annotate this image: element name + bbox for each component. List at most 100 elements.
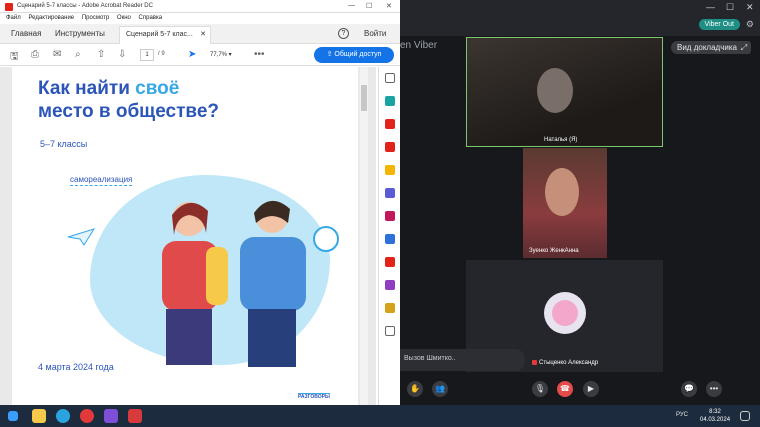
edit-pdf-icon[interactable] (385, 142, 395, 152)
participants-icon[interactable]: 👥 (432, 381, 448, 397)
stamp-icon[interactable] (385, 303, 395, 313)
end-call-button[interactable]: ☎ (557, 381, 573, 397)
menu-help[interactable]: Справка (139, 15, 163, 21)
clock[interactable]: 8:32 04.03.2024 (700, 408, 730, 424)
tab-home[interactable]: Главная (11, 29, 41, 38)
tab-document[interactable]: Сценарий 5-7 клас... ✕ (119, 26, 211, 44)
save-icon[interactable]: 🖫 (10, 49, 19, 66)
fill-sign-icon[interactable] (385, 211, 395, 221)
viber-out-button[interactable]: Viber Out (698, 19, 740, 30)
language-indicator[interactable]: РУС (676, 412, 688, 418)
girl-skirt (166, 309, 212, 365)
viber-icon[interactable] (104, 409, 118, 423)
document-date: 4 марта 2024 года (38, 362, 114, 372)
grades-label: 5–7 классы (40, 139, 88, 149)
protect-icon[interactable] (385, 234, 395, 244)
export-pdf-icon[interactable] (385, 96, 395, 106)
clock-date: 04.03.2024 (700, 417, 731, 423)
cursor-icon[interactable]: ➤ (188, 49, 196, 60)
right-tools-panel (378, 67, 400, 405)
search-icon[interactable]: ⌕ (75, 49, 81, 60)
maximize-icon[interactable]: ☐ (726, 2, 734, 13)
participant-name-text: Стыценко Александр (539, 360, 599, 367)
camera-icon[interactable]: ▶ (583, 381, 599, 397)
close-tab-icon[interactable]: ✕ (200, 30, 206, 38)
close-icon[interactable]: ✕ (386, 2, 392, 10)
page-up-icon[interactable]: ⇧ (97, 49, 105, 60)
sign-icon[interactable] (385, 280, 395, 290)
vertical-scrollbar[interactable] (360, 67, 368, 405)
pdf-page: Как найти своё место в обществе? 5–7 кла… (12, 67, 358, 405)
participant-video (537, 68, 573, 113)
clock-time: 8:32 (709, 409, 721, 415)
telegram-icon[interactable] (56, 409, 70, 423)
zoom-select[interactable]: 77,7% ▾ (206, 49, 246, 61)
participant-video (545, 168, 579, 216)
toolbar: 🖫 ⎙ ✉ ⌕ ⇧ ⇩ 1 / 9 ➤ 77,7% ▾ ••• ⇪ Общий … (0, 44, 400, 66)
tab-tools[interactable]: Инструменты (55, 29, 105, 38)
menu-bar: Файл Редактирование Просмотр Окно Справк… (0, 13, 400, 24)
zoom-tool-icon[interactable] (385, 73, 395, 83)
chat-icon[interactable]: 💬 (681, 381, 697, 397)
login-button[interactable]: Войти (364, 29, 386, 38)
boy-sweater (240, 237, 306, 311)
document-viewport[interactable]: Как найти своё место в обществе? 5–7 кла… (0, 67, 376, 405)
maximize-icon[interactable]: ☐ (366, 2, 372, 10)
close-icon[interactable]: ✕ (746, 2, 754, 13)
explorer-icon[interactable] (32, 409, 46, 423)
share-button[interactable]: ⇪ Общий доступ (314, 47, 394, 63)
call-chat-input[interactable]: Вызов Шмитко.. (400, 349, 525, 371)
redact-icon[interactable] (385, 257, 395, 267)
viber-brand: en Viber (400, 40, 438, 51)
title-accent: своё (135, 78, 180, 99)
video-tile[interactable]: Наталья (Я) (466, 37, 663, 147)
title-part-1: Как найти (38, 78, 136, 99)
viber-titlebar: — ☐ ✕ Viber Out ⚙ (400, 0, 760, 36)
more-icon[interactable]: ••• (706, 381, 722, 397)
participant-name: Стыценко Александр (532, 360, 598, 366)
browser-icon[interactable] (80, 409, 94, 423)
minimize-icon[interactable]: — (706, 2, 715, 12)
tab-bar: Главная Инструменты Сценарий 5-7 клас...… (0, 24, 400, 44)
notifications-icon[interactable] (740, 411, 750, 421)
video-tile[interactable]: Зуенко ЖенкАнна (523, 148, 607, 258)
create-pdf-icon[interactable] (385, 119, 395, 129)
acrobat-icon[interactable] (128, 409, 142, 423)
gear-icon[interactable]: ⚙ (746, 19, 754, 30)
menu-view[interactable]: Просмотр (82, 15, 109, 21)
zoom-value: 77,7% (210, 52, 228, 58)
muted-mic-icon (532, 360, 537, 365)
topic-label: самореализация (70, 175, 133, 186)
scroll-thumb[interactable] (361, 85, 367, 111)
microphone-icon[interactable]: 🎙 (532, 381, 548, 397)
menu-file[interactable]: Файл (6, 15, 21, 21)
share-label: Общий доступ (334, 51, 382, 58)
more-tools-icon[interactable]: ••• (254, 49, 265, 60)
participant-name: Зуенко ЖенкАнна (529, 248, 579, 254)
backpack (206, 247, 228, 305)
ball-icon (313, 226, 339, 252)
comment-icon[interactable] (385, 165, 395, 175)
avatar (544, 292, 586, 334)
logo: РАЗГОВОРЫ (298, 393, 330, 400)
print-icon[interactable]: ⎙ (31, 49, 39, 60)
mail-icon[interactable]: ✉ (53, 49, 61, 60)
page-down-icon[interactable]: ⇩ (118, 49, 126, 60)
page-total: / 9 (158, 51, 165, 57)
more-tools-icon[interactable] (385, 326, 395, 336)
menu-window[interactable]: Окно (117, 15, 131, 21)
menu-edit[interactable]: Редактирование (28, 15, 74, 21)
minimize-icon[interactable]: — (348, 2, 355, 9)
hand-icon[interactable]: ✋ (407, 381, 423, 397)
students-illustration (162, 200, 306, 367)
page-number-input[interactable]: 1 (140, 49, 154, 61)
window-title: Сценарий 5-7 классы - Adobe Acrobat Read… (17, 3, 153, 9)
speaker-view-button[interactable]: Вид докладчика (671, 41, 743, 54)
acrobat-titlebar: Сценарий 5-7 классы - Adobe Acrobat Read… (0, 0, 400, 13)
start-icon[interactable] (8, 411, 18, 421)
tab-document-label: Сценарий 5-7 клас... (126, 31, 193, 38)
combine-icon[interactable] (385, 188, 395, 198)
help-icon[interactable]: ? (338, 28, 349, 39)
taskbar: РУС 8:32 04.03.2024 (0, 405, 760, 427)
expand-icon[interactable]: ⤢ (737, 41, 751, 54)
